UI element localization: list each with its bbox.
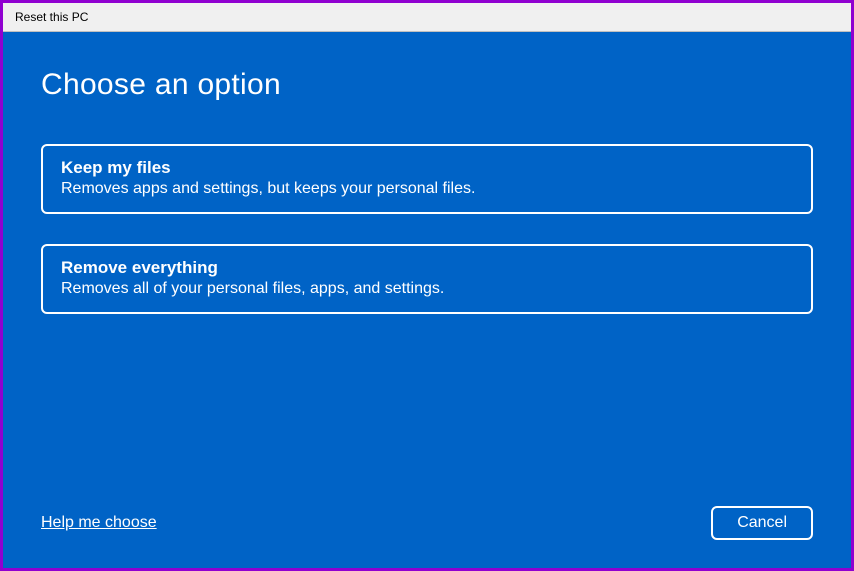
option-title: Remove everything bbox=[61, 258, 793, 278]
option-title: Keep my files bbox=[61, 158, 793, 178]
window-title: Reset this PC bbox=[15, 10, 88, 24]
page-heading: Choose an option bbox=[41, 68, 813, 102]
cancel-button[interactable]: Cancel bbox=[711, 506, 813, 540]
option-keep-my-files[interactable]: Keep my files Removes apps and settings,… bbox=[41, 144, 813, 214]
dialog-footer: Help me choose Cancel bbox=[41, 506, 813, 540]
help-me-choose-link[interactable]: Help me choose bbox=[41, 514, 157, 532]
window-titlebar: Reset this PC bbox=[3, 3, 851, 32]
option-remove-everything[interactable]: Remove everything Removes all of your pe… bbox=[41, 244, 813, 314]
option-description: Removes all of your personal files, apps… bbox=[61, 280, 793, 298]
main-panel: Choose an option Keep my files Removes a… bbox=[3, 32, 851, 568]
option-description: Removes apps and settings, but keeps you… bbox=[61, 180, 793, 198]
